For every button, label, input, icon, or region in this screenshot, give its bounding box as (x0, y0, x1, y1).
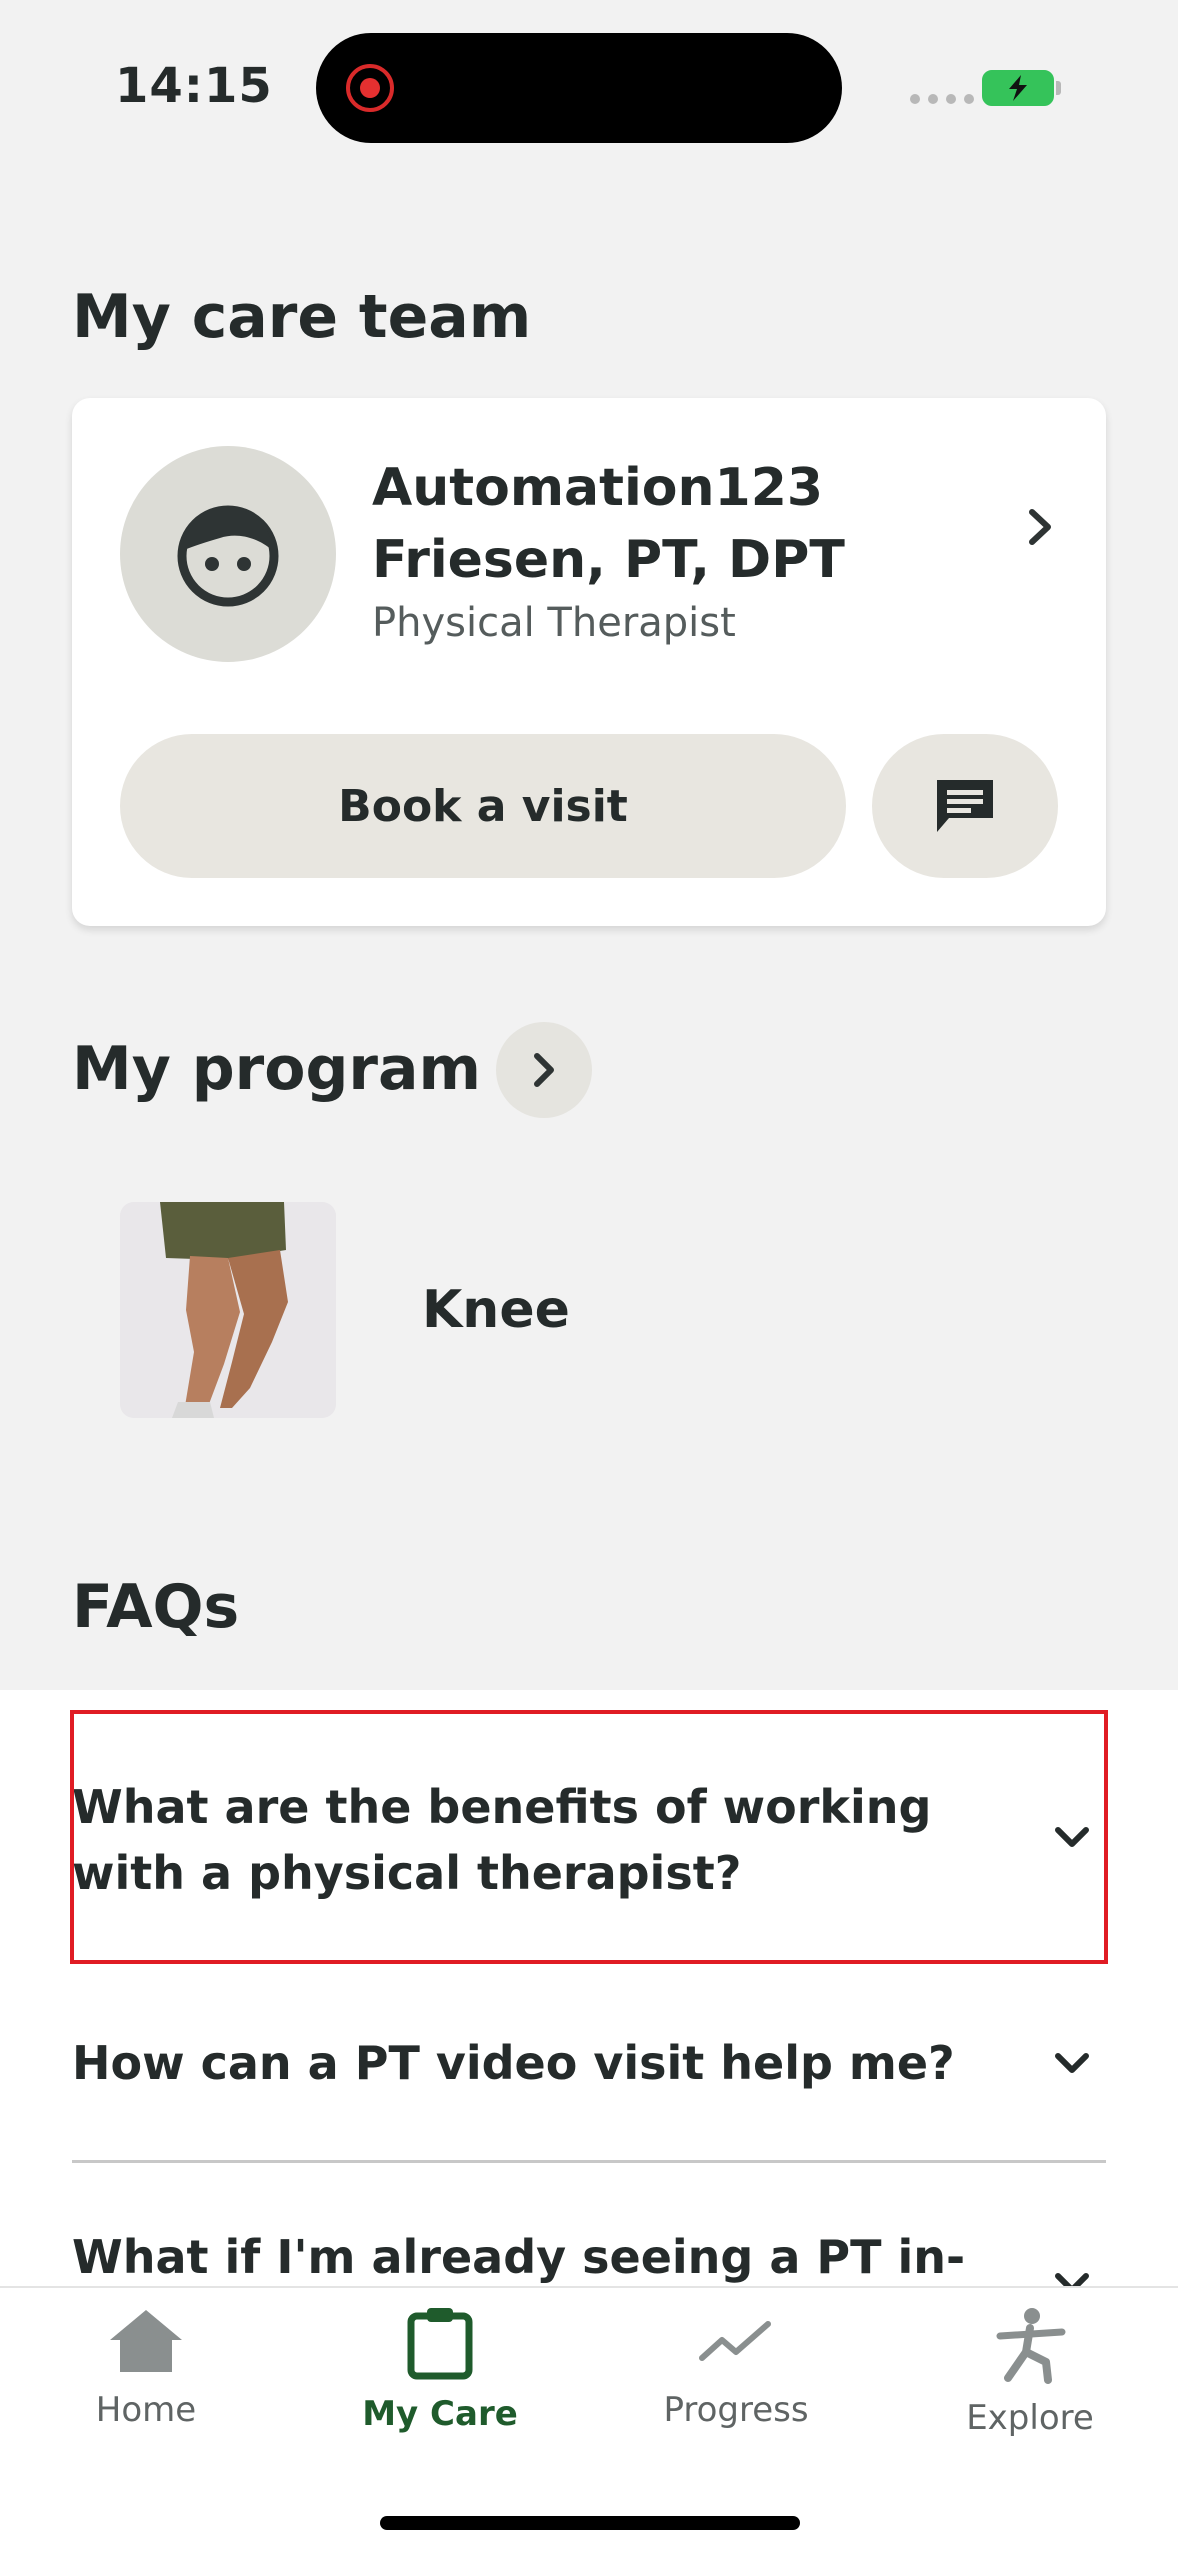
provider-name[interactable]: Automation123 Friesen, PT, DPT (372, 452, 992, 596)
tab-progress[interactable]: Progress (626, 2306, 846, 2430)
knee-image (120, 1202, 336, 1418)
faq-question[interactable]: What if I'm already seeing a PT in- (72, 2224, 992, 2290)
battery-cap (1056, 81, 1061, 95)
tab-label: Home (95, 2390, 197, 2430)
provider-role: Physical Therapist (372, 600, 736, 646)
message-icon (937, 780, 993, 832)
faq-question[interactable]: How can a PT video visit help me? (72, 2030, 992, 2096)
trend-line-icon (699, 2321, 771, 2361)
faq-divider (72, 2160, 1106, 2163)
program-chevron-button[interactable] (496, 1022, 592, 1118)
message-button[interactable] (872, 734, 1058, 878)
chevron-right-icon (534, 1053, 554, 1087)
tab-label: Progress (663, 2390, 809, 2430)
program-title: My program (72, 1034, 482, 1104)
faqs-title: FAQs (72, 1572, 240, 1642)
highlight-box (70, 1710, 1108, 1964)
battery-icon (982, 70, 1054, 106)
book-visit-button[interactable]: Book a visit (120, 734, 846, 878)
cellular-signal-icon (910, 94, 974, 104)
chevron-right-icon[interactable] (1020, 502, 1060, 556)
stretching-person-icon (996, 2308, 1066, 2384)
tab-my-care[interactable]: My Care (330, 2306, 550, 2434)
chevron-down-icon[interactable] (1052, 2048, 1092, 2082)
care-team-title: My care team (72, 282, 532, 352)
status-time: 14:15 (115, 58, 273, 114)
dynamic-island (316, 33, 842, 143)
clipboard-icon (407, 2308, 473, 2380)
provider-avatar (120, 446, 336, 662)
tab-explore[interactable]: Explore (920, 2306, 1140, 2438)
program-thumbnail[interactable] (120, 1202, 336, 1418)
program-item-label[interactable]: Knee (422, 1280, 570, 1340)
home-indicator[interactable] (380, 2516, 800, 2530)
tab-label: My Care (362, 2394, 518, 2434)
face-icon (177, 505, 279, 607)
home-icon (110, 2310, 182, 2372)
recording-icon (346, 64, 394, 112)
tab-home[interactable]: Home (36, 2306, 256, 2430)
tab-label: Explore (966, 2398, 1094, 2438)
